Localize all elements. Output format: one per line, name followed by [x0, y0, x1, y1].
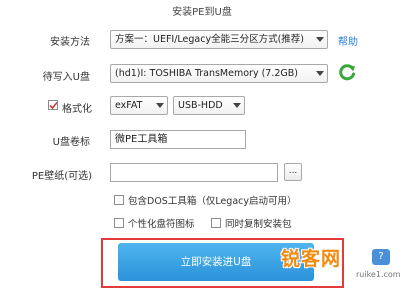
chevron-down-icon	[313, 31, 327, 48]
check-icon	[49, 101, 57, 109]
volume-label-label: U盘卷标	[52, 137, 90, 148]
watermark-badge: ?	[372, 249, 390, 265]
window-title: 安装PE到U盘	[172, 7, 232, 18]
install-method-select[interactable]: 方案一：UEFI/Legacy全能三分区方式(推荐)	[110, 30, 328, 49]
copy-installer-checkbox[interactable]	[211, 218, 221, 228]
refresh-icon[interactable]	[337, 62, 357, 82]
boot-mode-select[interactable]: USB-HDD	[173, 96, 245, 115]
chevron-down-icon	[153, 97, 167, 114]
filesystem-select[interactable]: exFAT	[110, 96, 168, 115]
install-method-value: 方案一：UEFI/Legacy全能三分区方式(推荐)	[115, 34, 305, 45]
watermark-logo: 锐客网	[281, 248, 342, 270]
format-checkbox[interactable]	[48, 100, 58, 110]
chevron-down-icon	[313, 65, 327, 82]
install-method-label: 安装方法	[50, 37, 90, 48]
dos-toolbox-checkbox[interactable]	[114, 195, 124, 205]
target-drive-label: 待写入U盘	[42, 72, 90, 83]
target-drive-value: (hd1)I: TOSHIBA TransMemory (7.2GB)	[115, 68, 298, 79]
personalize-icon-checkbox[interactable]	[114, 218, 124, 228]
wallpaper-label: PE壁纸(可选)	[31, 171, 92, 182]
help-link[interactable]: 帮助	[338, 33, 358, 48]
target-drive-select[interactable]: (hd1)I: TOSHIBA TransMemory (7.2GB)	[110, 64, 328, 83]
format-label: 格式化	[62, 104, 92, 115]
volume-label-input[interactable]: 微PE工具箱	[110, 130, 246, 149]
watermark-subtext: ruike1.com	[356, 270, 401, 279]
dos-toolbox-label: 包含DOS工具箱（仅Legacy启动可用）	[128, 196, 297, 207]
wallpaper-input[interactable]	[110, 163, 278, 182]
personalize-icon-label: 个性化盘符图标	[128, 219, 195, 230]
browse-button[interactable]: ...	[284, 163, 302, 181]
chevron-down-icon	[230, 97, 244, 114]
copy-installer-label: 同时复制安装包	[225, 219, 292, 230]
